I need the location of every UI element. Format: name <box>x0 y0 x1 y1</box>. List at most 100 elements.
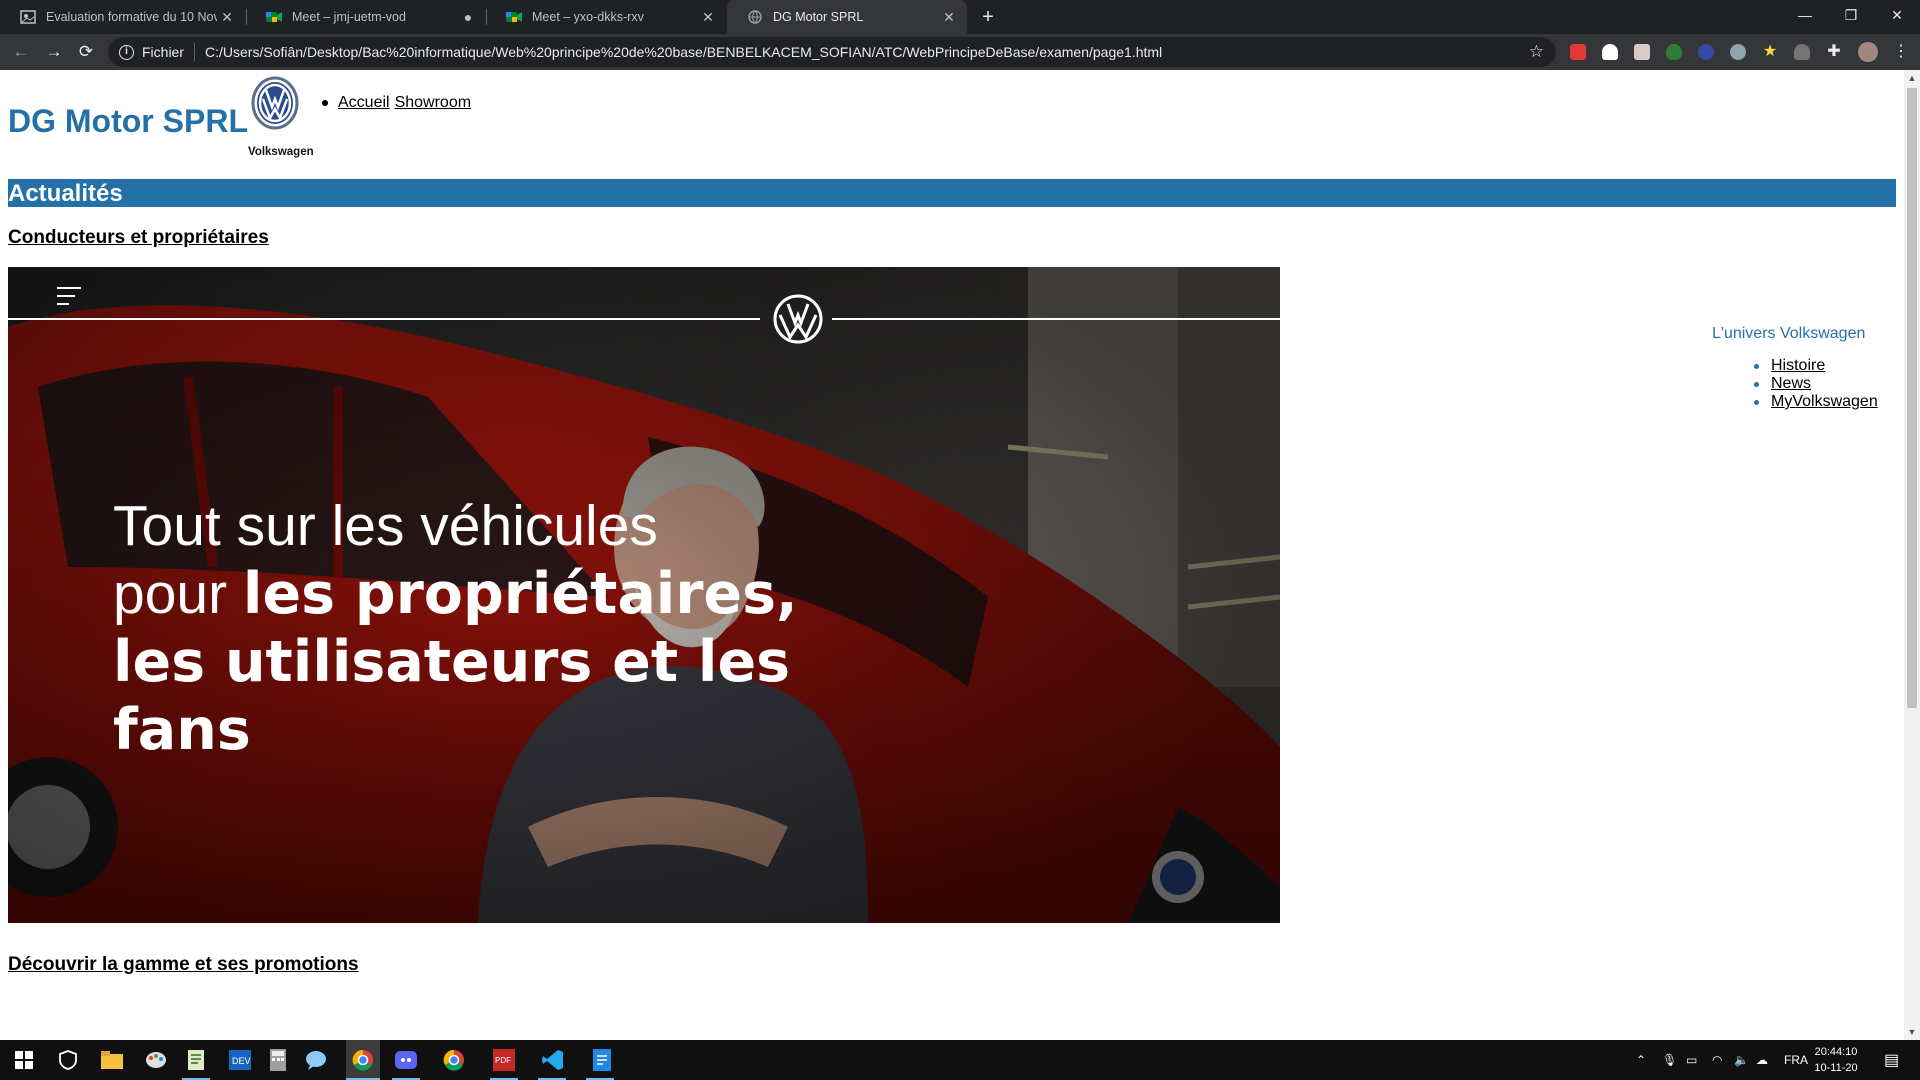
image-tab-icon <box>20 9 36 25</box>
windows-taskbar: DEV PDF ⌃ 🎙 ▭ ◠ 🔈 ☁ FRA 20:44:10 10-11-2… <box>0 1040 1920 1080</box>
section-heading: Actualités <box>8 180 123 207</box>
notepad-plus-icon[interactable] <box>184 1048 208 1072</box>
menu-dots-icon[interactable]: ⋮ <box>1893 44 1909 60</box>
aside-link-histoire[interactable]: Histoire <box>1771 357 1825 375</box>
url-text[interactable]: C:/Users/Sofiân/Desktop/Bac%20informatiq… <box>205 44 1162 60</box>
close-icon[interactable]: ✕ <box>939 9 959 26</box>
chrome-taskbar-icon[interactable] <box>346 1040 380 1080</box>
svg-text:PDF: PDF <box>495 1056 511 1065</box>
vscode-icon[interactable] <box>541 1048 565 1072</box>
clock-time: 20:44:10 <box>1814 1046 1858 1058</box>
shield-extension-icon[interactable] <box>1602 44 1618 60</box>
hero-line-3: les utilisateurs et les <box>113 629 791 695</box>
scroll-up-arrow-icon[interactable]: ▲ <box>1904 70 1920 86</box>
browser-toolbar: ← → ⟳ i Fichier C:/Users/Sofiân/Desktop/… <box>0 34 1920 70</box>
teams-chat-icon[interactable] <box>304 1048 328 1072</box>
tab-meet-2[interactable]: Meet – yxo-dkks-rxv ✕ <box>486 0 726 34</box>
list-item: News <box>1754 375 1878 393</box>
address-bar[interactable]: i Fichier C:/Users/Sofiân/Desktop/Bac%20… <box>108 37 1556 67</box>
document-editor-icon[interactable] <box>590 1048 614 1072</box>
recording-dot-icon[interactable]: ● <box>458 9 478 25</box>
globe-icon <box>747 9 763 25</box>
list-item: Histoire <box>1754 357 1878 375</box>
aside-title: L'univers Volkswagen <box>1712 325 1866 342</box>
windows-start-icon[interactable] <box>12 1048 36 1072</box>
security-shield-icon[interactable] <box>56 1048 80 1072</box>
paint-app-icon[interactable] <box>144 1048 168 1072</box>
top-navigation: Accueil Showroom <box>322 94 476 112</box>
tab-title: DG Motor SPRL <box>773 10 864 24</box>
aside-link-list: Histoire News MyVolkswagen <box>1754 357 1878 411</box>
reload-button[interactable]: ⟳ <box>74 40 98 64</box>
scrollbar-thumb[interactable] <box>1907 88 1917 708</box>
scroll-down-arrow-icon[interactable]: ▼ <box>1904 1024 1920 1040</box>
tab-title: Meet – jmj-uetm-vod <box>292 10 406 24</box>
battery-icon[interactable]: ▭ <box>1686 1040 1697 1080</box>
tray-expand-icon[interactable]: ⌃ <box>1636 1040 1646 1080</box>
close-icon[interactable]: ✕ <box>217 9 237 26</box>
microphone-icon[interactable]: 🎙 <box>1662 1040 1677 1080</box>
pdf-editor-icon[interactable]: PDF <box>492 1048 516 1072</box>
blue-circle-extension-icon[interactable] <box>1698 44 1714 60</box>
nav-link-showroom[interactable]: Showroom <box>395 94 471 112</box>
svg-text:DEV: DEV <box>232 1056 251 1066</box>
nav-list-item: Accueil Showroom <box>322 94 476 112</box>
hero-divider-left <box>8 318 760 320</box>
system-clock[interactable]: 20:44:10 10-11-20 <box>1808 1044 1864 1076</box>
aside-link-myvolkswagen[interactable]: MyVolkswagen <box>1771 393 1878 411</box>
profile-card-extension-icon[interactable] <box>1634 44 1650 60</box>
gray-extension-icon[interactable] <box>1730 44 1746 60</box>
calculator-icon[interactable] <box>266 1048 290 1072</box>
restore-button[interactable]: ❐ <box>1828 0 1874 30</box>
new-tab-button[interactable]: + <box>976 5 1000 29</box>
hero-divider-right <box>832 318 1280 320</box>
dev-cpp-icon[interactable]: DEV <box>228 1048 252 1072</box>
puzzle-extensions-icon[interactable]: ✚ <box>1826 44 1842 60</box>
back-button[interactable]: ← <box>9 40 33 64</box>
forward-button[interactable]: → <box>42 40 66 64</box>
address-divider <box>194 43 196 61</box>
file-explorer-icon[interactable] <box>100 1048 124 1072</box>
hamburger-menu-icon[interactable] <box>57 287 83 311</box>
vw-hero-logo-icon[interactable] <box>772 293 824 345</box>
hero-headline: Tout sur les véhicules pour les propriét… <box>113 492 798 764</box>
tab-dg-motor[interactable]: DG Motor SPRL ✕ <box>727 0 967 34</box>
onedrive-cloud-icon[interactable]: ☁ <box>1756 1040 1768 1080</box>
wifi-icon[interactable]: ◠ <box>1712 1040 1722 1080</box>
profile-avatar[interactable] <box>1858 42 1878 62</box>
aside-panel: L'univers Volkswagen Histoire News MyVol… <box>1712 325 1878 411</box>
browser-tab-strip: Evaluation formative du 10 Nove ✕ Meet –… <box>0 0 1920 34</box>
discord-icon[interactable] <box>394 1048 418 1072</box>
scheme-label: Fichier <box>142 44 185 60</box>
hero-banner-image[interactable]: Tout sur les véhicules pour les propriét… <box>8 267 1280 923</box>
tab-evaluation[interactable]: Evaluation formative du 10 Nove ✕ <box>0 0 245 34</box>
volume-icon[interactable]: 🔈 <box>1734 1040 1749 1080</box>
notifications-icon[interactable]: ▤ <box>1884 1040 1899 1080</box>
section-heading-bar <box>8 179 1896 207</box>
minimize-button[interactable]: — <box>1782 0 1828 30</box>
language-indicator[interactable]: FRA <box>1784 1040 1808 1080</box>
window-close-button[interactable]: ✕ <box>1874 0 1920 30</box>
logo-caption: Volkswagen <box>248 146 314 158</box>
vertical-scrollbar[interactable]: ▲ ▼ <box>1904 70 1920 1040</box>
owners-link[interactable]: Conducteurs et propriétaires <box>8 227 269 249</box>
tab-meet-1[interactable]: Meet – jmj-uetm-vod ● <box>246 0 486 34</box>
youtube-extension-icon[interactable] <box>1570 44 1586 60</box>
adblock-shield-icon[interactable] <box>1666 44 1682 60</box>
info-icon[interactable]: i <box>119 44 134 60</box>
close-icon[interactable]: ✕ <box>698 9 718 26</box>
hero-line-4: fans <box>113 697 251 763</box>
chrome-second-icon[interactable] <box>442 1048 466 1072</box>
aside-link-news[interactable]: News <box>1771 375 1811 393</box>
nav-link-accueil[interactable]: Accueil <box>338 94 390 112</box>
hero-line-2: pour les propriétaires, <box>113 560 798 628</box>
tab-title: Evaluation formative du 10 Nove <box>46 10 217 24</box>
clock-date: 10-11-20 <box>1814 1062 1858 1074</box>
cloud-extension-icon[interactable] <box>1794 44 1810 60</box>
star-extension-icon[interactable]: ★ <box>1762 44 1778 60</box>
range-promotions-link[interactable]: Découvrir la gamme et ses promotions <box>8 954 359 976</box>
list-item: MyVolkswagen <box>1754 393 1878 411</box>
page-viewport: DG Motor SPRL Volkswagen Accueil Showroo… <box>0 70 1904 1040</box>
hero-line-2-light: pour <box>113 562 243 626</box>
bookmark-star-icon[interactable]: ☆ <box>1529 42 1544 62</box>
